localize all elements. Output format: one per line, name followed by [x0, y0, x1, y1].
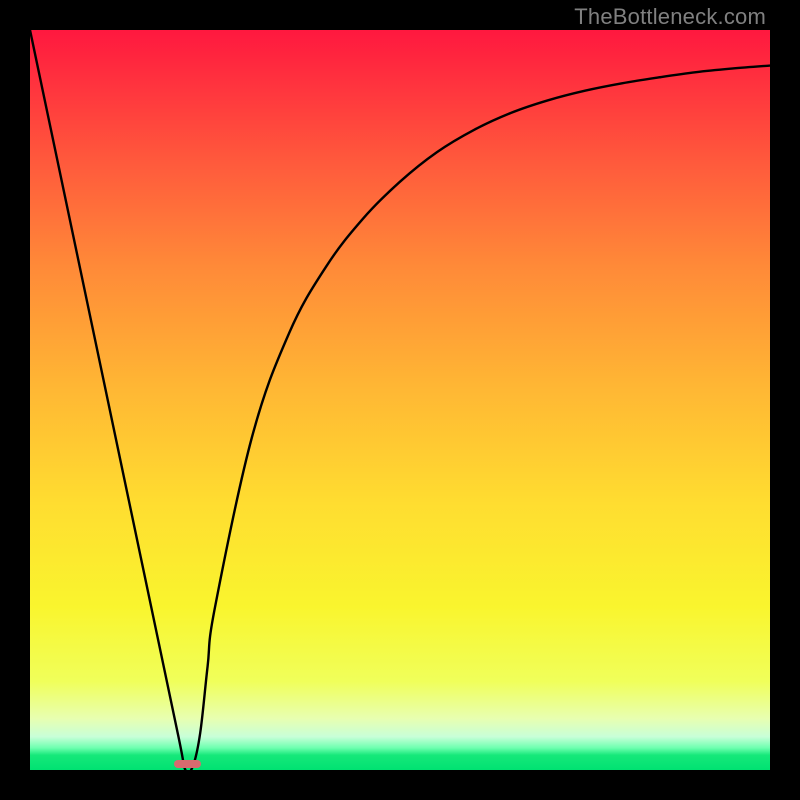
chart-plot-area — [30, 30, 770, 770]
minimum-marker — [174, 760, 201, 768]
chart-curve-svg — [30, 30, 770, 770]
chart-frame: TheBottleneck.com — [0, 0, 800, 800]
bottleneck-curve — [30, 30, 770, 770]
watermark-text: TheBottleneck.com — [574, 4, 766, 30]
